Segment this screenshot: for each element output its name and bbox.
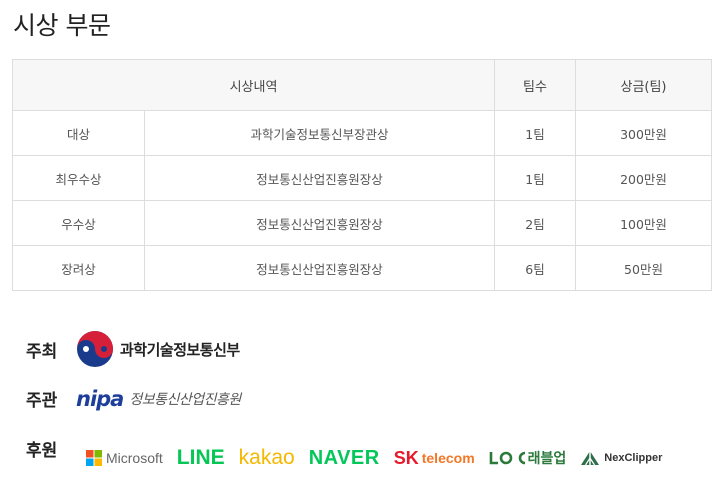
section-title: 시상 부문 bbox=[13, 11, 111, 40]
nexclipper-logo: NexClipper bbox=[580, 450, 662, 466]
telecom-text: telecom bbox=[421, 450, 475, 466]
microsoft-text: Microsoft bbox=[106, 450, 163, 466]
host-row: 주최 과학기술정보통신부 bbox=[26, 330, 240, 368]
sk-text: SK bbox=[393, 447, 419, 468]
table-row: 대상 과학기술정보통신부장관상 1팀 300만원 bbox=[12, 110, 712, 156]
cell-teams: 6팀 bbox=[494, 245, 576, 291]
cell-prize: 300만원 bbox=[575, 110, 712, 156]
line-logo: LINE bbox=[177, 446, 225, 470]
cell-award: 정보통신산업진흥원장상 bbox=[144, 200, 495, 246]
organizer-org-name: 정보통신산업진흥원 bbox=[129, 391, 241, 408]
line-text: LINE bbox=[176, 446, 225, 469]
cell-category: 최우수상 bbox=[12, 155, 145, 201]
sponsor-row: 후원 Microsoft LINE kakao NAVER SK telecom bbox=[26, 436, 662, 476]
cell-prize: 100만원 bbox=[575, 200, 712, 246]
host-org-name: 과학기술정보통신부 bbox=[120, 340, 240, 359]
sk-telecom-logo: SK telecom bbox=[394, 448, 475, 469]
naver-text: NAVER bbox=[308, 446, 380, 469]
cell-award: 과학기술정보통신부장관상 bbox=[144, 110, 495, 156]
header-prize: 상금(팀) bbox=[575, 59, 712, 111]
rebul-logo: 래블업 bbox=[489, 448, 567, 468]
nipa-logo: nipa bbox=[76, 386, 124, 411]
rebul-text: 래블업 bbox=[527, 451, 567, 467]
organizer-label: 주관 bbox=[26, 391, 58, 411]
microsoft-icon bbox=[86, 450, 102, 466]
nexclipper-icon bbox=[580, 450, 600, 466]
table-header-row: 시상내역 팀수 상금(팀) bbox=[12, 59, 712, 111]
cell-prize: 200만원 bbox=[575, 155, 712, 201]
naver-logo: NAVER bbox=[309, 447, 380, 470]
kakao-text: kakao bbox=[238, 446, 295, 469]
microsoft-logo: Microsoft bbox=[86, 450, 163, 466]
table-row: 최우수상 정보통신산업진흥원장상 1팀 200만원 bbox=[12, 155, 712, 201]
cell-teams: 1팀 bbox=[494, 110, 576, 156]
korea-emblem-icon bbox=[76, 330, 114, 368]
header-award: 시상내역 bbox=[12, 59, 495, 111]
table-row: 우수상 정보통신산업진흥원장상 2팀 100만원 bbox=[12, 200, 712, 246]
cell-award: 정보통신산업진흥원장상 bbox=[144, 245, 495, 291]
rebul-icon bbox=[489, 449, 527, 467]
kakao-logo: kakao bbox=[239, 446, 295, 470]
cell-teams: 2팀 bbox=[494, 200, 576, 246]
cell-category: 대상 bbox=[12, 110, 145, 156]
cell-category: 장려상 bbox=[12, 245, 145, 291]
award-table: 시상내역 팀수 상금(팀) 대상 과학기술정보통신부장관상 1팀 300만원 최… bbox=[12, 59, 712, 291]
cell-award: 정보통신산업진흥원장상 bbox=[144, 155, 495, 201]
nexclipper-text: NexClipper bbox=[604, 452, 663, 464]
cell-category: 우수상 bbox=[12, 200, 145, 246]
cell-prize: 50만원 bbox=[575, 245, 712, 291]
header-teams: 팀수 bbox=[494, 59, 576, 111]
table-row: 장려상 정보통신산업진흥원장상 6팀 50만원 bbox=[12, 245, 712, 291]
cell-teams: 1팀 bbox=[494, 155, 576, 201]
organizer-row: 주관 nipa 정보통신산업진흥원 bbox=[26, 386, 241, 412]
host-label: 주최 bbox=[26, 341, 58, 362]
sponsor-logos: Microsoft LINE kakao NAVER SK telecom 래블… bbox=[86, 446, 662, 470]
sponsor-label: 후원 bbox=[26, 441, 58, 461]
